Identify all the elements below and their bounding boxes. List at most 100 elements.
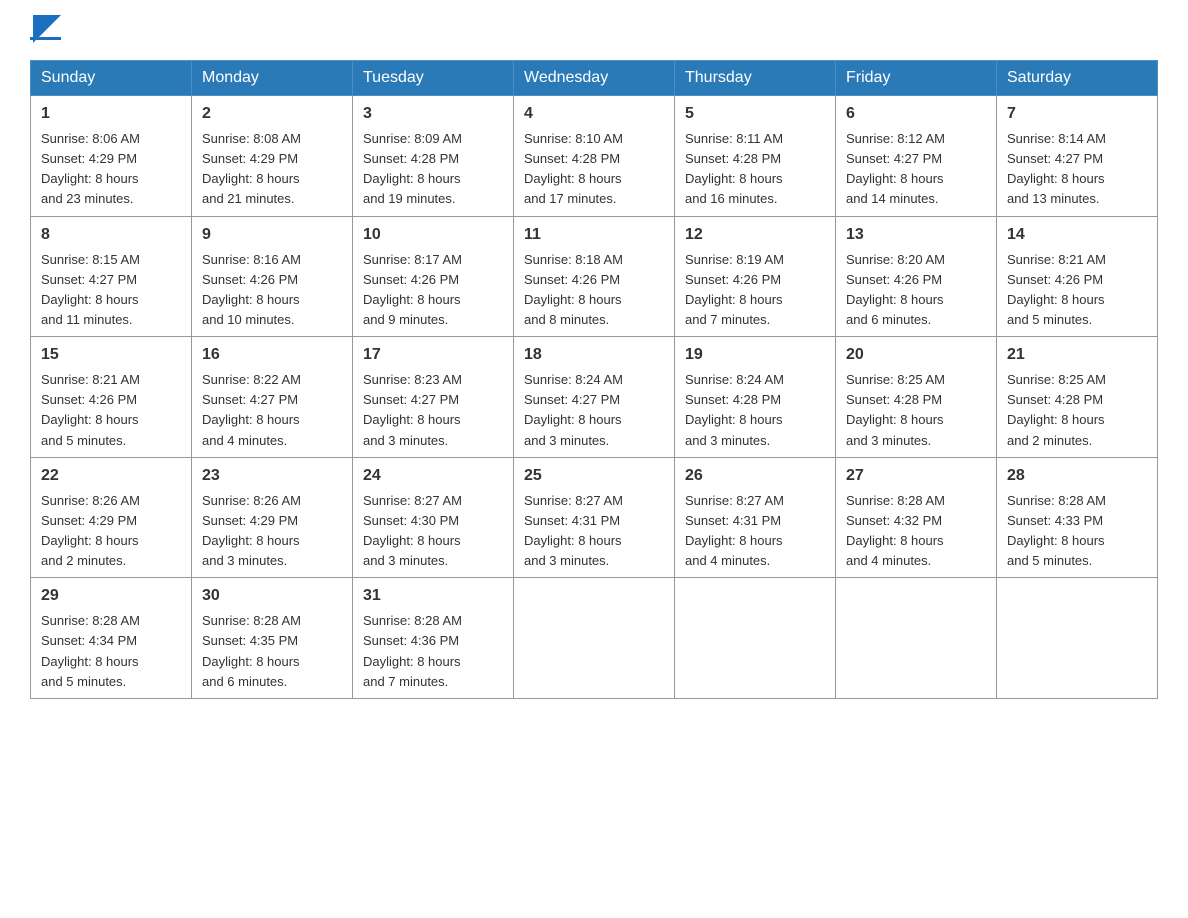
day-number: 11: [524, 223, 664, 247]
day-number: 2: [202, 102, 342, 126]
day-info: Sunrise: 8:12 AMSunset: 4:27 PMDaylight:…: [846, 129, 986, 210]
calendar-cell: [675, 578, 836, 699]
day-info: Sunrise: 8:21 AMSunset: 4:26 PMDaylight:…: [1007, 250, 1147, 331]
day-info: Sunrise: 8:27 AMSunset: 4:31 PMDaylight:…: [685, 491, 825, 572]
calendar-cell: 3Sunrise: 8:09 AMSunset: 4:28 PMDaylight…: [353, 96, 514, 217]
calendar-cell: 24Sunrise: 8:27 AMSunset: 4:30 PMDayligh…: [353, 457, 514, 578]
day-info: Sunrise: 8:18 AMSunset: 4:26 PMDaylight:…: [524, 250, 664, 331]
day-number: 22: [41, 464, 181, 488]
calendar-cell: 15Sunrise: 8:21 AMSunset: 4:26 PMDayligh…: [31, 337, 192, 458]
calendar-cell: 25 Sunrise: 8:27 AMSunset: 4:31 PMDayligh…: [514, 457, 675, 578]
calendar-cell: 22Sunrise: 8:26 AMSunset: 4:29 PMDayligh…: [31, 457, 192, 578]
calendar-cell: 6 Sunrise: 8:12 AMSunset: 4:27 PMDaylight…: [836, 96, 997, 217]
calendar-cell: 5 Sunrise: 8:11 AMSunset: 4:28 PMDaylight…: [675, 96, 836, 217]
calendar-week-3: 15Sunrise: 8:21 AMSunset: 4:26 PMDayligh…: [31, 337, 1158, 458]
calendar-cell: 30 Sunrise: 8:28 AMSunset: 4:35 PMDayligh…: [192, 578, 353, 699]
day-info: Sunrise: 8:27 AMSunset: 4:31 PMDaylight:…: [524, 491, 664, 572]
day-info: Sunrise: 8:14 AMSunset: 4:27 PMDaylight:…: [1007, 129, 1147, 210]
calendar-cell: 18 Sunrise: 8:24 AMSunset: 4:27 PMDayligh…: [514, 337, 675, 458]
calendar-cell: 4 Sunrise: 8:10 AMSunset: 4:28 PMDaylight…: [514, 96, 675, 217]
calendar-cell: 19 Sunrise: 8:24 AMSunset: 4:28 PMDayligh…: [675, 337, 836, 458]
day-number: 12: [685, 223, 825, 247]
day-number: 17: [363, 343, 503, 367]
day-info: Sunrise: 8:10 AMSunset: 4:28 PMDaylight:…: [524, 129, 664, 210]
day-info: Sunrise: 8:06 AMSunset: 4:29 PMDaylight:…: [41, 129, 181, 210]
day-info: Sunrise: 8:28 AMSunset: 4:33 PMDaylight:…: [1007, 491, 1147, 572]
calendar-cell: 27 Sunrise: 8:28 AMSunset: 4:32 PMDayligh…: [836, 457, 997, 578]
calendar-cell: 10 Sunrise: 8:17 AMSunset: 4:26 PMDayligh…: [353, 216, 514, 337]
day-number: 31: [363, 584, 503, 608]
day-number: 16: [202, 343, 342, 367]
calendar-cell: 31 Sunrise: 8:28 AMSunset: 4:36 PMDayligh…: [353, 578, 514, 699]
calendar-table: SundayMondayTuesdayWednesdayThursdayFrid…: [30, 60, 1158, 699]
day-number: 26: [685, 464, 825, 488]
calendar-cell: 7 Sunrise: 8:14 AMSunset: 4:27 PMDaylight…: [997, 96, 1158, 217]
logo: [30, 20, 61, 40]
day-info: Sunrise: 8:24 AMSunset: 4:28 PMDaylight:…: [685, 370, 825, 451]
weekday-header-monday: Monday: [192, 61, 353, 96]
calendar-cell: 16 Sunrise: 8:22 AMSunset: 4:27 PMDayligh…: [192, 337, 353, 458]
calendar-cell: [836, 578, 997, 699]
day-info: Sunrise: 8:08 AMSunset: 4:29 PMDaylight:…: [202, 129, 342, 210]
calendar-cell: 9 Sunrise: 8:16 AMSunset: 4:26 PMDaylight…: [192, 216, 353, 337]
calendar-cell: 17Sunrise: 8:23 AMSunset: 4:27 PMDayligh…: [353, 337, 514, 458]
calendar-cell: 11 Sunrise: 8:18 AMSunset: 4:26 PMDayligh…: [514, 216, 675, 337]
calendar-cell: [514, 578, 675, 699]
day-info: Sunrise: 8:16 AMSunset: 4:26 PMDaylight:…: [202, 250, 342, 331]
weekday-header-wednesday: Wednesday: [514, 61, 675, 96]
calendar-cell: 13Sunrise: 8:20 AMSunset: 4:26 PMDayligh…: [836, 216, 997, 337]
day-number: 20: [846, 343, 986, 367]
calendar-cell: 14 Sunrise: 8:21 AMSunset: 4:26 PMDayligh…: [997, 216, 1158, 337]
day-info: Sunrise: 8:09 AMSunset: 4:28 PMDaylight:…: [363, 129, 503, 210]
weekday-header-sunday: Sunday: [31, 61, 192, 96]
day-number: 9: [202, 223, 342, 247]
day-info: Sunrise: 8:28 AMSunset: 4:32 PMDaylight:…: [846, 491, 986, 572]
day-info: Sunrise: 8:21 AMSunset: 4:26 PMDaylight:…: [41, 370, 181, 451]
day-number: 5: [685, 102, 825, 126]
day-number: 14: [1007, 223, 1147, 247]
calendar-cell: 26 Sunrise: 8:27 AMSunset: 4:31 PMDayligh…: [675, 457, 836, 578]
day-info: Sunrise: 8:19 AMSunset: 4:26 PMDaylight:…: [685, 250, 825, 331]
day-number: 29: [41, 584, 181, 608]
day-info: Sunrise: 8:24 AMSunset: 4:27 PMDaylight:…: [524, 370, 664, 451]
logo-underline: [30, 37, 61, 40]
weekday-header-friday: Friday: [836, 61, 997, 96]
day-info: Sunrise: 8:22 AMSunset: 4:27 PMDaylight:…: [202, 370, 342, 451]
day-info: Sunrise: 8:28 AMSunset: 4:36 PMDaylight:…: [363, 611, 503, 692]
weekday-header-row: SundayMondayTuesdayWednesdayThursdayFrid…: [31, 61, 1158, 96]
calendar-cell: 29 Sunrise: 8:28 AMSunset: 4:34 PMDayligh…: [31, 578, 192, 699]
weekday-header-tuesday: Tuesday: [353, 61, 514, 96]
day-info: Sunrise: 8:15 AMSunset: 4:27 PMDaylight:…: [41, 250, 181, 331]
day-number: 4: [524, 102, 664, 126]
calendar-cell: 8 Sunrise: 8:15 AMSunset: 4:27 PMDaylight…: [31, 216, 192, 337]
day-number: 7: [1007, 102, 1147, 126]
calendar-week-5: 29 Sunrise: 8:28 AMSunset: 4:34 PMDayligh…: [31, 578, 1158, 699]
calendar-week-2: 8 Sunrise: 8:15 AMSunset: 4:27 PMDaylight…: [31, 216, 1158, 337]
calendar-cell: 20 Sunrise: 8:25 AMSunset: 4:28 PMDayligh…: [836, 337, 997, 458]
calendar-cell: 23 Sunrise: 8:26 AMSunset: 4:29 PMDayligh…: [192, 457, 353, 578]
calendar-cell: 12 Sunrise: 8:19 AMSunset: 4:26 PMDayligh…: [675, 216, 836, 337]
calendar-cell: 1Sunrise: 8:06 AMSunset: 4:29 PMDaylight…: [31, 96, 192, 217]
day-number: 21: [1007, 343, 1147, 367]
day-number: 25: [524, 464, 664, 488]
day-info: Sunrise: 8:11 AMSunset: 4:28 PMDaylight:…: [685, 129, 825, 210]
day-number: 18: [524, 343, 664, 367]
day-info: Sunrise: 8:28 AMSunset: 4:35 PMDaylight:…: [202, 611, 342, 692]
page-header: [30, 20, 1158, 40]
day-number: 19: [685, 343, 825, 367]
weekday-header-thursday: Thursday: [675, 61, 836, 96]
day-info: Sunrise: 8:17 AMSunset: 4:26 PMDaylight:…: [363, 250, 503, 331]
calendar-week-4: 22 Sunrise: 8:26 AMSunset: 4:29 PMDayligh…: [31, 457, 1158, 578]
calendar-week-1: 1Sunrise: 8:06 AMSunset: 4:29 PMDaylight…: [31, 96, 1158, 217]
day-info: Sunrise: 8:26 AMSunset: 4:29 PMDaylight:…: [202, 491, 342, 572]
day-info: Sunrise: 8:28 AMSunset: 4:34 PMDaylight:…: [41, 611, 181, 692]
day-number: 30: [202, 584, 342, 608]
day-number: 8: [41, 223, 181, 247]
calendar-cell: 28Sunrise: 8:28 AMSunset: 4:33 PMDayligh…: [997, 457, 1158, 578]
day-info: Sunrise: 8:25 AMSunset: 4:28 PMDaylight:…: [846, 370, 986, 451]
day-number: 23: [202, 464, 342, 488]
day-number: 6: [846, 102, 986, 126]
day-number: 10: [363, 223, 503, 247]
calendar-cell: 21Sunrise: 8:25 AMSunset: 4:28 PMDayligh…: [997, 337, 1158, 458]
day-number: 27: [846, 464, 986, 488]
